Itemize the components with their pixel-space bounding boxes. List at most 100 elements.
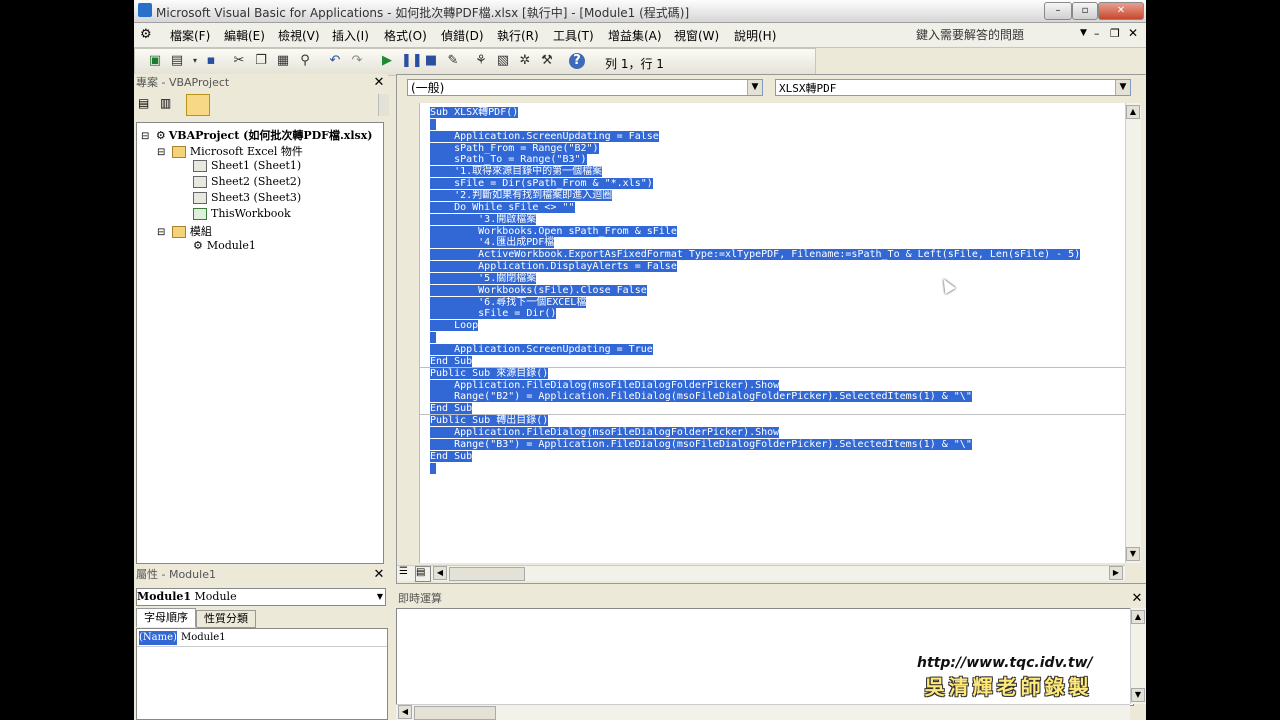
code-vertical-scrollbar[interactable]: ▲ ▼ (1125, 103, 1141, 563)
properties-window-icon[interactable]: ▧ (495, 53, 511, 69)
procedure-combo[interactable]: XLSX轉PDF ▼ (775, 79, 1131, 96)
code-line[interactable]: Range("B3") = Application.FileDialog(mso… (430, 438, 972, 451)
tab-alphabetic[interactable]: 字母順序 (136, 608, 196, 627)
object-select[interactable]: Module1 Module ▼ (136, 588, 386, 606)
code-line[interactable]: '4.匯出成PDF檔 (430, 237, 555, 249)
code-line[interactable]: '1.取得來源目錄中的第一個檔案 (430, 166, 603, 178)
tree-item-sheet3[interactable]: Sheet3 (Sheet3) (193, 191, 301, 204)
view-excel-icon[interactable]: ▣ (147, 53, 163, 69)
project-pane-splitter[interactable] (378, 94, 389, 116)
code-line[interactable]: Loop (430, 320, 479, 332)
code-line[interactable]: '2.判斷如果有找到檔案即進入迴圈 (430, 189, 613, 202)
toolbox-icon[interactable]: ⚒ (539, 53, 555, 69)
help-dropdown-icon[interactable]: ▼ (1080, 28, 1087, 38)
immediate-input[interactable]: http://www.tqc.idv.tw/ 吳清輝老師錄製 (396, 608, 1134, 706)
menu-edit[interactable]: 編輯(E) (224, 27, 265, 44)
copy-icon[interactable]: ❐ (253, 53, 269, 69)
code-line[interactable]: '5.關閉檔案 (430, 272, 537, 285)
child-close-icon[interactable]: ✕ (1128, 26, 1138, 40)
chevron-down-icon[interactable]: ▼ (1115, 80, 1130, 95)
save-icon[interactable]: ▪ (203, 53, 219, 69)
code-line[interactable]: '3.開啟檔案 (430, 213, 537, 226)
project-close-icon[interactable]: ✕ (372, 76, 386, 90)
paste-icon[interactable]: ▦ (275, 53, 291, 69)
code-line[interactable] (430, 118, 437, 131)
code-line[interactable]: Application.FileDialog(msoFileDialogFold… (430, 426, 780, 439)
tree-item-excel-objects[interactable]: ⊟ Microsoft Excel 物件 (157, 143, 303, 159)
scroll-right-icon[interactable]: ▶ (1109, 566, 1123, 580)
child-restore-icon[interactable]: ❐ (1110, 27, 1120, 40)
collapse-icon[interactable]: ⊟ (141, 131, 149, 142)
find-icon[interactable]: ⚲ (297, 53, 313, 69)
chevron-down-icon[interactable]: ▼ (747, 80, 762, 95)
property-name-cell[interactable]: (Name) (139, 631, 177, 645)
object-browser-icon[interactable]: ✲ (517, 53, 533, 69)
immediate-horizontal-scrollbar[interactable]: ◀ (396, 704, 1130, 720)
menu-view[interactable]: 檢視(V) (278, 27, 320, 44)
scroll-left-icon[interactable]: ◀ (433, 566, 447, 580)
code-line[interactable]: '6.尋找下一個EXCEL檔 (430, 296, 587, 309)
tree-item-thisworkbook[interactable]: ThisWorkbook (193, 207, 291, 220)
scroll-thumb[interactable] (449, 567, 525, 581)
toggle-folders-icon[interactable] (186, 94, 210, 116)
code-line[interactable]: sFile = Dir() (430, 308, 557, 320)
collapse-icon[interactable]: ⊟ (157, 227, 165, 238)
scroll-thumb[interactable] (414, 706, 496, 720)
menu-tools[interactable]: 工具(T) (553, 27, 594, 44)
tree-item-sheet2[interactable]: Sheet2 (Sheet2) (193, 175, 301, 188)
code-line[interactable]: sFile = Dir(sPath_From & "*.xls") (430, 178, 653, 190)
immediate-close-icon[interactable]: ✕ (1130, 592, 1144, 606)
code-line[interactable]: Workbooks(sFile).Close False (430, 284, 647, 297)
tree-item-sheet1[interactable]: Sheet1 (Sheet1) (193, 159, 301, 172)
vba-menu-icon[interactable]: ⚙ (140, 27, 158, 43)
menu-insert[interactable]: 插入(I) (332, 27, 369, 44)
menu-window[interactable]: 視窗(W) (674, 27, 719, 44)
procedure-view-icon[interactable]: ☰ (399, 566, 413, 580)
design-mode-icon[interactable]: ✎ (445, 53, 461, 69)
code-line[interactable]: Public Sub 來源目錄() (430, 367, 549, 380)
properties-close-icon[interactable]: ✕ (372, 568, 386, 582)
scroll-left-icon[interactable]: ◀ (398, 705, 412, 719)
chevron-down-icon[interactable]: ▼ (377, 589, 383, 605)
code-line[interactable]: Application.ScreenUpdating = False (430, 130, 659, 143)
tree-item-module1[interactable]: ⚙ Module1 (193, 239, 256, 252)
scroll-down-icon[interactable]: ▼ (1131, 688, 1145, 702)
immediate-vertical-scrollbar[interactable]: ▲ ▼ (1130, 608, 1146, 704)
object-combo[interactable]: (一般) ▼ (407, 79, 763, 96)
code-line[interactable]: ActiveWorkbook.ExportAsFixedFormat Type:… (430, 249, 1081, 261)
code-line[interactable]: Application.DisplayAlerts = False (430, 261, 677, 273)
margin-indicator-bar[interactable] (397, 103, 420, 563)
break-icon[interactable]: ❚❚ (401, 53, 423, 69)
code-line[interactable]: sPath_From = Range("B2") (430, 142, 599, 155)
menu-format[interactable]: 格式(O) (384, 27, 427, 44)
scroll-down-icon[interactable]: ▼ (1126, 547, 1140, 561)
code-line[interactable] (430, 462, 437, 475)
menu-file[interactable]: 檔案(F) (170, 27, 210, 44)
code-line[interactable]: sPath_To = Range("B3") (430, 154, 587, 166)
scroll-up-icon[interactable]: ▲ (1131, 610, 1145, 624)
view-object-icon[interactable]: ▥ (160, 96, 178, 114)
menu-help[interactable]: 說明(H) (734, 27, 776, 44)
child-minimize-icon[interactable]: – (1094, 27, 1100, 40)
view-code-icon[interactable]: ▤ (138, 96, 156, 114)
property-value-cell[interactable]: Module1 (181, 631, 226, 645)
menu-run[interactable]: 執行(R) (497, 27, 539, 44)
tab-categorized[interactable]: 性質分類 (196, 610, 256, 628)
code-horizontal-scrollbar[interactable]: ☰ ▤ ◀ ▶ (397, 565, 1125, 582)
full-module-view-icon[interactable]: ▤ (415, 566, 431, 582)
code-line[interactable]: Application.ScreenUpdating = True (430, 344, 653, 356)
cut-icon[interactable]: ✂ (231, 53, 247, 69)
maximize-icon[interactable]: ▫ (1072, 2, 1098, 20)
tree-item-vbaproject[interactable]: ⊟ ⚙ VBAProject (如何批次轉PDF檔.xlsx) (141, 127, 372, 143)
project-explorer-icon[interactable]: ⚘ (473, 53, 489, 69)
insert-module-icon[interactable]: ▤ (169, 53, 185, 69)
reset-icon[interactable]: ■ (423, 53, 439, 69)
code-line[interactable]: Sub XLSX轉PDF() (430, 107, 519, 119)
minimize-icon[interactable]: – (1044, 2, 1072, 20)
close-window-button[interactable]: ✕ (1098, 2, 1144, 20)
code-line[interactable]: Workbooks.Open sPath_From & sFile (430, 225, 677, 238)
scroll-up-icon[interactable]: ▲ (1126, 105, 1140, 119)
undo-icon[interactable]: ↶ (327, 53, 343, 69)
collapse-icon[interactable]: ⊟ (157, 147, 165, 158)
help-icon[interactable]: ? (569, 53, 585, 69)
